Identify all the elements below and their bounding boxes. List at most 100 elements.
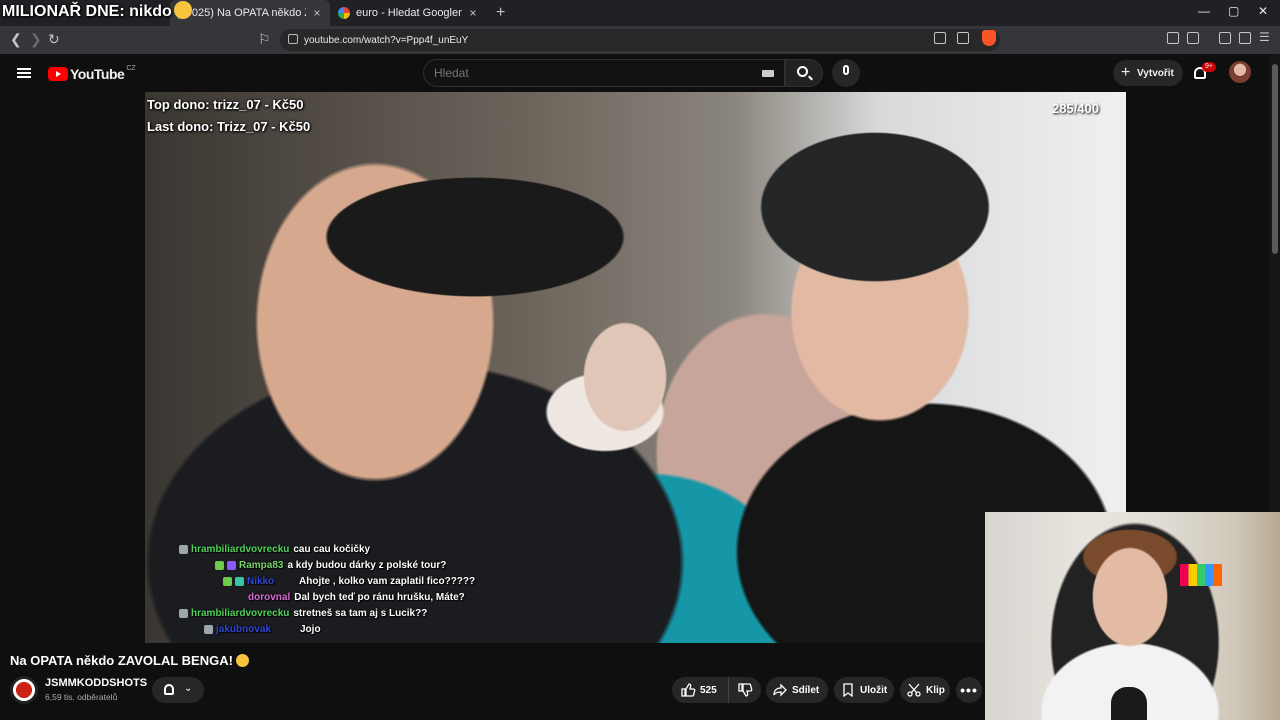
chat-line: hrambiliardvovrecku cau cau kočičky [175, 541, 515, 557]
chat-username: Rampa83 [239, 559, 284, 571]
chat-username: hrambiliardvovrecku [191, 607, 290, 619]
plus-icon: + [1121, 64, 1131, 81]
hamburger-menu-icon[interactable] [17, 68, 31, 78]
chat-username: jakubnovak [216, 623, 272, 635]
sidebar-icon[interactable] [1239, 32, 1251, 44]
wallet-icon[interactable] [1187, 32, 1199, 44]
reload-icon[interactable]: ↻ [48, 31, 60, 48]
more-icon: ••• [960, 682, 978, 698]
menu-icon[interactable]: ☰ [1259, 30, 1271, 44]
like-count: 525 [700, 684, 717, 696]
chat-badge-icon [223, 576, 232, 586]
chat-badge-icon [179, 544, 188, 554]
clip-label: Klip [926, 684, 945, 696]
scissors-icon [907, 683, 921, 697]
minimize-button[interactable]: — [1198, 4, 1210, 18]
chat-username: hrambiliardvovrecku [191, 543, 290, 555]
chat-message: cau cau kočičky [293, 543, 371, 555]
extensions-icon[interactable] [1167, 32, 1179, 44]
channel-avatar[interactable] [10, 676, 38, 704]
more-actions-button[interactable]: ••• [956, 677, 982, 703]
donation-goal: 285/400 [1052, 101, 1099, 116]
share-label: Sdílet [792, 684, 820, 696]
search-input[interactable] [423, 59, 785, 87]
chat-line: jakubnovak Jojo [175, 621, 515, 637]
chat-message: Jojo [300, 623, 321, 635]
overlay-title-text: MILIONAŘ DNE: nikdo [2, 3, 172, 20]
smiling-face-icon [173, 1, 192, 19]
browser-tab-strip: (10025) Na OPATA někdo ZAVOLAL BENGA! × … [0, 0, 1280, 26]
shelf-toys [1180, 564, 1222, 586]
thumbs-up-icon [681, 683, 696, 697]
chat-message: Ahojte , kolko vam zaplatil fico????? [299, 575, 476, 587]
like-dislike-group: 525 [672, 677, 761, 703]
search-button[interactable] [785, 59, 823, 87]
last-donation-label: Last dono: Trizz_07 - Kč50 [147, 119, 311, 134]
share-button[interactable]: Sdílet [766, 677, 828, 703]
video-title: Na OPATA někdo ZAVOLAL BENGA! [10, 653, 249, 668]
chat-overlay: hrambiliardvovrecku cau cau kočičky Ramp… [175, 541, 515, 637]
site-info-icon[interactable] [288, 34, 298, 44]
tab-google-search[interactable]: euro - Hledat Googlem × [330, 0, 488, 26]
like-button[interactable]: 525 [672, 677, 729, 703]
scrollbar-thumb[interactable] [1272, 64, 1278, 254]
google-icon [338, 7, 350, 19]
chevron-down-icon: ⌄ [184, 683, 193, 694]
save-button[interactable]: Uložit [834, 677, 894, 703]
microphone-icon [843, 65, 849, 75]
create-label: Vytvořit [1137, 67, 1174, 79]
clip-button[interactable]: Klip [900, 677, 950, 703]
youtube-logo-text: YouTube [70, 66, 125, 82]
chat-badge-icon [179, 608, 188, 618]
youtube-header: YouTube CZ + Vytvořit 9+ [0, 54, 1270, 92]
keyboard-icon[interactable] [762, 70, 774, 77]
window-close-button[interactable]: ✕ [1258, 4, 1268, 18]
share-page-icon[interactable] [957, 32, 969, 44]
video-player[interactable]: Top dono: trizz_07 - Kč50 Last dono: Tri… [145, 92, 1126, 643]
brave-shield-icon[interactable] [982, 30, 996, 46]
voice-search-button[interactable] [832, 59, 860, 87]
stream-overlay-title: MILIONAŘ DNE: nikdo [2, 1, 192, 21]
chat-username: Nikko [247, 575, 275, 587]
chat-line: dorovnal Dal bych teď po ránu hrušku, Má… [175, 589, 515, 605]
bell-icon [164, 684, 174, 695]
chat-badge-icon [215, 560, 224, 570]
dislike-button[interactable] [729, 682, 761, 698]
grimacing-face-icon [235, 654, 249, 667]
subscriber-count: 6,59 tis. odběratelů [45, 692, 118, 702]
tab-close-icon[interactable]: × [466, 6, 480, 20]
chat-line: Rampa83 a kdy budou dárky z polské tour? [175, 557, 515, 573]
screen: (10025) Na OPATA někdo ZAVOLAL BENGA! × … [0, 0, 1280, 720]
tab-title: (10025) Na OPATA někdo ZAVOLAL BENGA! [176, 7, 306, 19]
share-icon [773, 683, 787, 697]
channel-name[interactable]: JSMMKODDSHOTS [45, 677, 147, 689]
url-field[interactable]: youtube.com/watch?v=Ppp4f_unEuY [280, 29, 1000, 51]
forward-icon[interactable]: ❯ [30, 31, 42, 48]
tab-youtube[interactable]: (10025) Na OPATA někdo ZAVOLAL BENGA! × [170, 0, 330, 26]
maximize-button[interactable]: ▢ [1228, 4, 1239, 18]
create-button[interactable]: + Vytvořit [1113, 60, 1183, 86]
tab-title: euro - Hledat Googlem [356, 7, 462, 19]
subscription-notifications-button[interactable]: ⌄ [152, 677, 204, 703]
media-icon[interactable] [1219, 32, 1231, 44]
youtube-play-icon [48, 67, 68, 81]
youtube-logo[interactable]: YouTube CZ [48, 65, 136, 82]
save-label: Uložit [860, 684, 888, 696]
account-avatar[interactable] [1229, 61, 1251, 83]
thumbs-down-icon [738, 683, 753, 697]
back-icon[interactable]: ❮ [10, 31, 22, 48]
search-icon [797, 66, 808, 77]
notification-badge: 9+ [1202, 62, 1216, 72]
chat-line: hrambiliardvovrecku stretneš sa tam aj s… [175, 605, 515, 621]
bookmark-icon[interactable]: ⚐ [258, 31, 271, 48]
chat-line: Nikko Ahojte , kolko vam zaplatil fico??… [175, 573, 515, 589]
video-title-text: Na OPATA někdo ZAVOLAL BENGA! [10, 653, 233, 668]
address-bar-row: ❮ ❯ ↻ ⚐ youtube.com/watch?v=Ppp4f_unEuY [0, 26, 1280, 54]
tab-close-icon[interactable]: × [310, 6, 324, 20]
chat-badge-icon [204, 624, 213, 634]
bookmark-save-icon [843, 683, 853, 698]
cast-icon[interactable] [934, 32, 946, 44]
new-tab-button[interactable]: + [496, 4, 505, 22]
chat-badge-icon [227, 560, 236, 570]
chat-username: dorovnal [248, 591, 291, 603]
